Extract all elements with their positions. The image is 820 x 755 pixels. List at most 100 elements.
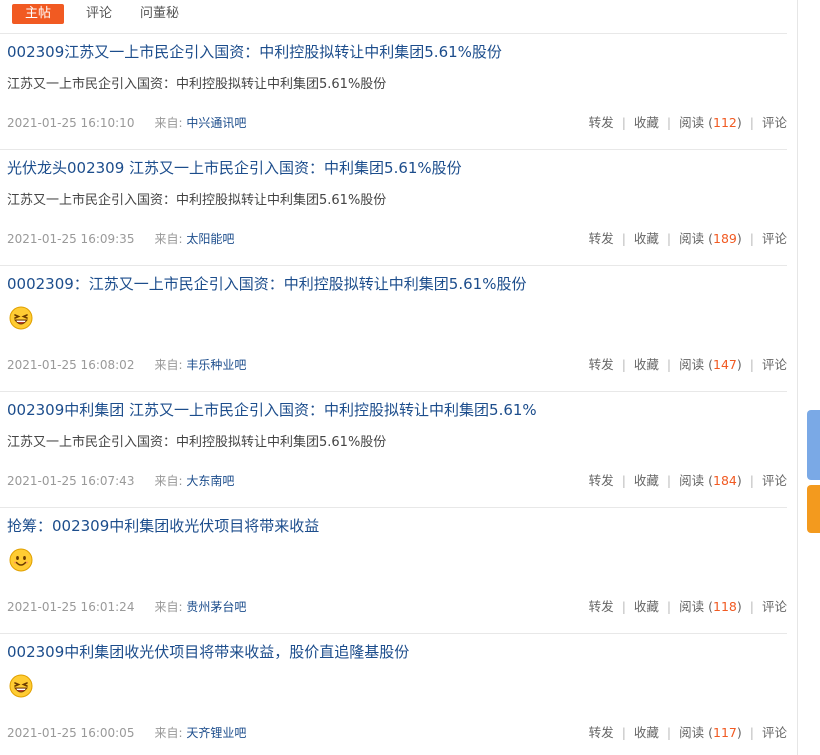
separator: | xyxy=(749,231,754,246)
favorite-button[interactable]: 收藏 xyxy=(634,725,659,740)
post-time: 2021-01-25 16:10:10 xyxy=(7,116,135,130)
read-count-value: 189 xyxy=(713,231,737,246)
separator: | xyxy=(666,473,672,488)
post-item: 抢筹：002309中利集团收光伏项目将带来收益 2021-01-25 16:01:… xyxy=(0,508,787,634)
forward-button[interactable]: 转发 xyxy=(589,599,614,614)
favorite-button[interactable]: 收藏 xyxy=(634,599,659,614)
post-title-link[interactable]: 光伏龙头002309 江苏又一上市民企引入国资：中利集团5.61%股份 xyxy=(7,158,462,178)
comment-button[interactable]: 评论 xyxy=(762,231,787,246)
post-item: 光伏龙头002309 江苏又一上市民企引入国资：中利集团5.61%股份 江苏又一上… xyxy=(0,150,787,266)
source-forum-link[interactable]: 丰乐种业吧 xyxy=(186,358,246,372)
post-meta: 2021-01-25 16:09:35 来自: 太阳能吧 转发 | 收藏 | 阅读 (189… xyxy=(7,231,787,247)
separator: | xyxy=(621,115,626,130)
post-actions: 转发 | 收藏 | 阅读 (147) | 评论 xyxy=(589,357,787,373)
separator: | xyxy=(621,357,626,372)
tab-ask-secretary[interactable]: 问董秘 xyxy=(140,4,179,24)
read-label: 阅读 xyxy=(679,725,705,740)
source-label: 来自: xyxy=(154,232,183,246)
source-forum-link[interactable]: 天齐锂业吧 xyxy=(186,726,246,740)
favorite-button[interactable]: 收藏 xyxy=(634,357,659,372)
read-count: 阅读 (118) xyxy=(679,599,742,614)
separator: | xyxy=(749,357,754,372)
read-label: 阅读 xyxy=(679,357,705,372)
read-count: 阅读 (112) xyxy=(679,115,742,130)
read-count-value: 117 xyxy=(713,725,737,740)
separator: | xyxy=(666,725,672,740)
favorite-button[interactable]: 收藏 xyxy=(634,115,659,130)
separator: | xyxy=(666,599,672,614)
laughing-emoji-icon xyxy=(9,306,33,330)
post-meta: 2021-01-25 16:07:43 来自: 大东南吧 转发 | 收藏 | 阅读 (184… xyxy=(7,473,787,489)
post-meta: 2021-01-25 16:08:02 来自: 丰乐种业吧 转发 | 收藏 | 阅读 (14… xyxy=(7,357,787,373)
post-item: 002309中利集团 江苏又一上市民企引入国资：中利控股拟转让中利集团5.61%… xyxy=(0,392,787,508)
post-title-link[interactable]: 抢筹：002309中利集团收光伏项目将带来收益 xyxy=(7,516,319,536)
read-count: 阅读 (189) xyxy=(679,231,742,246)
separator: | xyxy=(749,115,754,130)
read-count-value: 118 xyxy=(713,599,737,614)
post-time: 2021-01-25 16:08:02 xyxy=(7,358,135,372)
post-time: 2021-01-25 16:09:35 xyxy=(7,232,135,246)
read-label: 阅读 xyxy=(679,473,705,488)
forward-button[interactable]: 转发 xyxy=(589,473,614,488)
forward-button[interactable]: 转发 xyxy=(589,231,614,246)
source-forum-link[interactable]: 贵州茅台吧 xyxy=(186,600,246,614)
read-label: 阅读 xyxy=(679,115,705,130)
post-meta: 2021-01-25 16:10:10 来自: 中兴通讯吧 转发 | 收藏 | 阅读 (11… xyxy=(7,115,787,131)
float-side-button-blue[interactable] xyxy=(807,410,820,480)
source-label: 来自: xyxy=(154,116,183,130)
comment-button[interactable]: 评论 xyxy=(762,357,787,372)
page: 主帖 评论 问董秘 002309江苏又一上市民企引入国资：中利控股拟转让中利集团… xyxy=(0,0,820,755)
source-forum-link[interactable]: 中兴通讯吧 xyxy=(186,116,246,130)
forward-button[interactable]: 转发 xyxy=(589,115,614,130)
tab-main-posts[interactable]: 主帖 xyxy=(12,4,65,24)
post-summary: 江苏又一上市民企引入国资：中利控股拟转让中利集团5.61%股份 xyxy=(7,435,387,450)
post-title-link[interactable]: 002309江苏又一上市民企引入国资：中利控股拟转让中利集团5.61%股份 xyxy=(7,42,502,62)
post-title-link[interactable]: 002309中利集团 江苏又一上市民企引入国资：中利控股拟转让中利集团5.61% xyxy=(7,400,537,420)
separator: | xyxy=(621,599,626,614)
post-actions: 转发 | 收藏 | 阅读 (189) | 评论 xyxy=(589,231,787,247)
read-count-value: 147 xyxy=(713,357,737,372)
separator: | xyxy=(749,473,754,488)
post-actions: 转发 | 收藏 | 阅读 (117) | 评论 xyxy=(589,725,787,741)
comment-button[interactable]: 评论 xyxy=(762,473,787,488)
read-label: 阅读 xyxy=(679,599,705,614)
forward-button[interactable]: 转发 xyxy=(589,357,614,372)
forward-button[interactable]: 转发 xyxy=(589,725,614,740)
comment-button[interactable]: 评论 xyxy=(762,725,787,740)
favorite-button[interactable]: 收藏 xyxy=(634,231,659,246)
post-item: 002309江苏又一上市民企引入国资：中利控股拟转让中利集团5.61%股份 江苏又… xyxy=(0,34,787,150)
comment-button[interactable]: 评论 xyxy=(762,115,787,130)
post-list: 002309江苏又一上市民企引入国资：中利控股拟转让中利集团5.61%股份江苏又… xyxy=(0,34,787,755)
source-label: 来自: xyxy=(154,726,183,740)
post-time: 2021-01-25 16:00:05 xyxy=(7,726,135,740)
source-label: 来自: xyxy=(154,474,183,488)
separator: | xyxy=(666,357,672,372)
source-forum-link[interactable]: 大东南吧 xyxy=(186,474,234,488)
post-time: 2021-01-25 16:07:43 xyxy=(7,474,135,488)
separator: | xyxy=(621,473,626,488)
separator: | xyxy=(666,115,672,130)
source-forum-link[interactable]: 太阳能吧 xyxy=(186,232,234,246)
read-count-value: 112 xyxy=(713,115,737,130)
read-count: 阅读 (184) xyxy=(679,473,742,488)
read-count: 阅读 (117) xyxy=(679,725,742,740)
separator: | xyxy=(749,725,754,740)
favorite-button[interactable]: 收藏 xyxy=(634,473,659,488)
post-item: 002309中利集团收光伏项目将带来收益，股价直追隆基股份 2021-01-25 … xyxy=(0,634,787,755)
laughing-emoji-icon xyxy=(9,674,33,698)
post-time: 2021-01-25 16:01:24 xyxy=(7,600,135,614)
read-label: 阅读 xyxy=(679,231,705,246)
separator: | xyxy=(621,231,626,246)
comment-button[interactable]: 评论 xyxy=(762,599,787,614)
divider xyxy=(797,0,798,755)
float-side-button-orange[interactable] xyxy=(807,485,820,533)
separator: | xyxy=(621,725,626,740)
source-label: 来自: xyxy=(154,358,183,372)
read-count-value: 184 xyxy=(713,473,737,488)
post-title-link[interactable]: 002309中利集团收光伏项目将带来收益，股价直追隆基股份 xyxy=(7,642,409,662)
separator: | xyxy=(749,599,754,614)
tab-comments[interactable]: 评论 xyxy=(86,4,112,24)
source-label: 来自: xyxy=(154,600,183,614)
post-title-link[interactable]: 0002309：江苏又一上市民企引入国资：中利控股拟转让中利集团5.61%股份 xyxy=(7,274,526,294)
post-meta: 2021-01-25 16:01:24 来自: 贵州茅台吧 转发 | 收藏 | 阅读 (11… xyxy=(7,599,787,615)
